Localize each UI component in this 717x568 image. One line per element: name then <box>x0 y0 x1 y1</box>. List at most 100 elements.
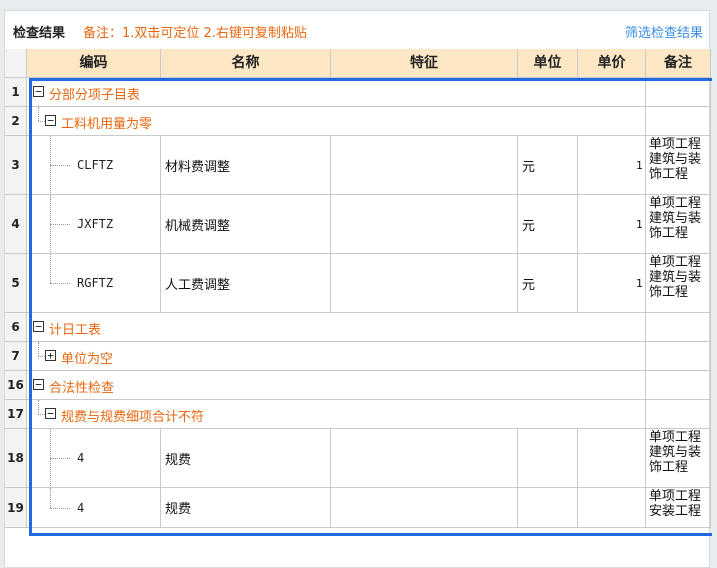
tree-node-label: 规费与规费细项合计不符 <box>61 410 205 425</box>
table-row[interactable]: 7 + 单位为空 <box>5 342 711 371</box>
tree-connector <box>38 107 39 121</box>
item-code: RGFTZ <box>77 276 114 290</box>
unit-cell: 元 <box>518 136 578 195</box>
feature-cell <box>331 254 518 313</box>
note-cell: 单项工程建筑与装饰工程 <box>646 254 711 313</box>
table-row[interactable]: 1 − 分部分项子目表 <box>5 78 711 107</box>
row-number: 6 <box>5 313 27 342</box>
name-cell: 规费 <box>161 429 331 488</box>
code-cell: 4 <box>27 488 161 528</box>
feature-cell <box>331 488 518 528</box>
row-number: 5 <box>5 254 27 313</box>
note-cell: 单项工程安装工程 <box>646 488 711 528</box>
row-number: 4 <box>5 195 27 254</box>
item-code: 4 <box>77 451 85 465</box>
collapse-icon[interactable]: − <box>33 321 44 332</box>
note-cell <box>646 78 711 107</box>
unit-cell: 元 <box>518 254 578 313</box>
table-row[interactable]: 6 − 计日工表 <box>5 313 711 342</box>
unit-cell <box>518 488 578 528</box>
panel-header: 检查结果 备注：1.双击可定位 2.右键可复制粘贴 筛选检查结果 <box>5 11 709 49</box>
tree-cell: − 分部分项子目表 <box>27 78 646 107</box>
row-number: 18 <box>5 429 27 488</box>
price-cell: 1 <box>578 254 646 313</box>
expand-icon[interactable]: + <box>45 350 56 361</box>
collapse-icon[interactable]: − <box>33 379 44 390</box>
tree-connector <box>50 165 70 166</box>
col-header-code[interactable]: 编码 <box>27 49 161 78</box>
results-grid: 编码 名称 特征 单位 单价 备注 1 − 分部分项子目表 2 − 工料机用量为… <box>5 49 711 529</box>
table-row[interactable]: 5 RGFTZ 人工费调整 元 1 单项工程建筑与装饰工程 <box>5 254 711 313</box>
table-row[interactable]: 2 − 工料机用量为零 <box>5 107 711 136</box>
code-cell: 4 <box>27 429 161 488</box>
filter-results-link[interactable]: 筛选检查结果 <box>625 22 703 41</box>
corner-cell <box>5 49 27 78</box>
feature-cell <box>331 429 518 488</box>
note-cell: 单项工程建筑与装饰工程 <box>646 136 711 195</box>
collapse-icon[interactable]: − <box>33 86 44 97</box>
note-cell <box>646 400 711 429</box>
table-row[interactable]: 3 CLFTZ 材料费调整 元 1 单项工程建筑与装饰工程 <box>5 136 711 195</box>
col-header-feature[interactable]: 特征 <box>331 49 518 78</box>
row-number: 19 <box>5 488 27 528</box>
col-header-unit[interactable]: 单位 <box>518 49 578 78</box>
table-row[interactable]: 19 4 规费 单项工程安装工程 <box>5 488 711 528</box>
price-cell <box>578 429 646 488</box>
name-cell: 人工费调整 <box>161 254 331 313</box>
tree-connector <box>50 458 70 459</box>
note-cell <box>646 342 711 371</box>
table-row[interactable]: 16 − 合法性检查 <box>5 371 711 400</box>
table-row[interactable]: 4 JXFTZ 机械费调整 元 1 单项工程建筑与装饰工程 <box>5 195 711 254</box>
unit-cell: 元 <box>518 195 578 254</box>
tree-connector <box>50 508 70 509</box>
panel-title: 检查结果 <box>13 26 66 41</box>
tree-node-label: 工料机用量为零 <box>61 117 153 132</box>
collapse-icon[interactable]: − <box>45 115 56 126</box>
row-number: 17 <box>5 400 27 429</box>
price-cell: 1 <box>578 136 646 195</box>
row-number: 3 <box>5 136 27 195</box>
tree-connector <box>38 414 45 415</box>
row-number: 7 <box>5 342 27 371</box>
col-header-note[interactable]: 备注 <box>646 49 711 78</box>
tree-node-label: 单位为空 <box>61 352 114 367</box>
col-header-name[interactable]: 名称 <box>161 49 331 78</box>
code-cell: JXFTZ <box>27 195 161 254</box>
tree-cell: − 合法性检查 <box>27 371 646 400</box>
row-number: 2 <box>5 107 27 136</box>
note-cell <box>646 107 711 136</box>
tree-cell: − 计日工表 <box>27 313 646 342</box>
name-cell: 规费 <box>161 488 331 528</box>
tree-node-label: 分部分项子目表 <box>49 88 141 103</box>
tree-node-label: 计日工表 <box>49 323 102 338</box>
collapse-icon[interactable]: − <box>45 408 56 419</box>
note-cell: 单项工程建筑与装饰工程 <box>646 429 711 488</box>
usage-note: 备注：1.双击可定位 2.右键可复制粘贴 <box>83 26 307 41</box>
name-cell: 机械费调整 <box>161 195 331 254</box>
feature-cell <box>331 195 518 254</box>
name-cell: 材料费调整 <box>161 136 331 195</box>
tree-cell: + 单位为空 <box>27 342 646 371</box>
item-code: JXFTZ <box>77 217 114 231</box>
unit-cell <box>518 429 578 488</box>
grid-header-row: 编码 名称 特征 单位 单价 备注 <box>5 49 711 78</box>
table-row[interactable]: 18 4 规费 单项工程建筑与装饰工程 <box>5 429 711 488</box>
price-cell <box>578 488 646 528</box>
col-header-price[interactable]: 单价 <box>578 49 646 78</box>
table-row[interactable]: 17 − 规费与规费细项合计不符 <box>5 400 711 429</box>
row-number: 16 <box>5 371 27 400</box>
item-code: CLFTZ <box>77 158 114 172</box>
feature-cell <box>331 136 518 195</box>
tree-connector <box>38 121 45 122</box>
tree-connector <box>38 400 39 414</box>
tree-connector <box>38 342 39 356</box>
tree-connector <box>50 254 51 283</box>
row-number: 1 <box>5 78 27 107</box>
tree-connector <box>50 488 51 508</box>
note-cell: 单项工程建筑与装饰工程 <box>646 195 711 254</box>
tree-node-label: 合法性检查 <box>49 381 115 396</box>
tree-cell: − 工料机用量为零 <box>27 107 646 136</box>
code-cell: RGFTZ <box>27 254 161 313</box>
tree-connector <box>50 224 70 225</box>
tree-cell: − 规费与规费细项合计不符 <box>27 400 646 429</box>
